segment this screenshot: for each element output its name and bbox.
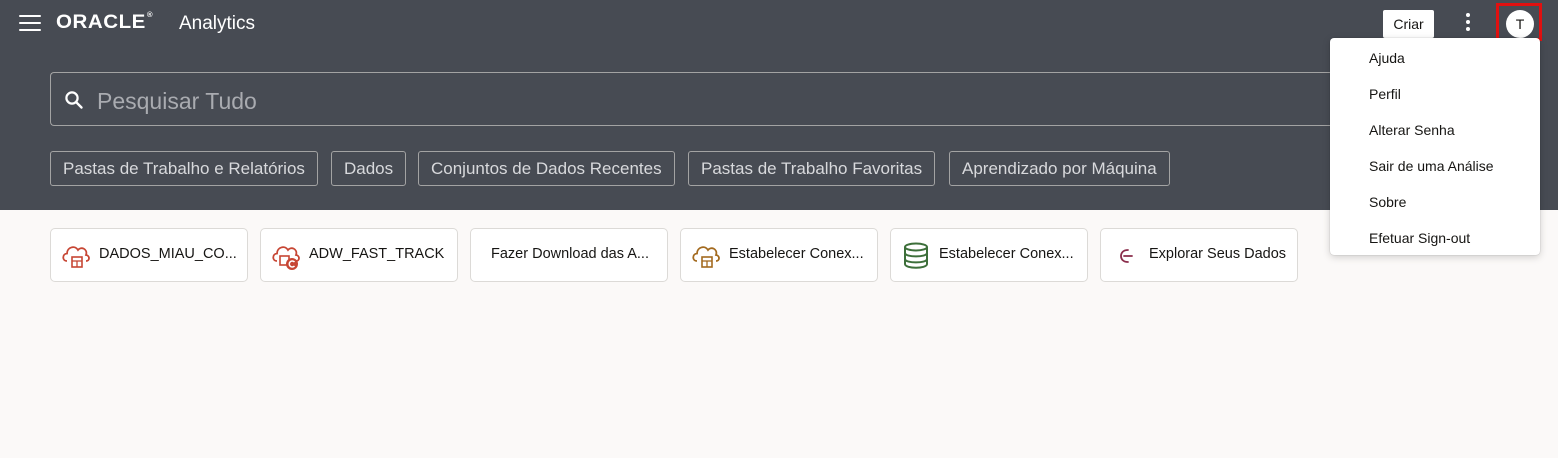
- card-label: Explorar Seus Dados: [1149, 246, 1287, 262]
- user-menu: Ajuda Perfil Alterar Senha Sair de uma A…: [1330, 38, 1540, 255]
- menu-item-change-password[interactable]: Alterar Senha: [1330, 112, 1540, 148]
- filter-chip-data[interactable]: Dados: [331, 151, 407, 186]
- search-bar: [50, 72, 1370, 126]
- card-explore-data[interactable]: Explorar Seus Dados: [1100, 228, 1298, 282]
- filter-chip-favorite-workbooks[interactable]: Pastas de Trabalho Favoritas: [688, 151, 936, 186]
- menu-item-help[interactable]: Ajuda: [1330, 40, 1540, 76]
- search-icon: [65, 91, 83, 109]
- oracle-logo: ORACLE®: [56, 12, 154, 33]
- menu-item-sign-out[interactable]: Efetuar Sign-out: [1330, 220, 1540, 256]
- search-input[interactable]: [95, 81, 1299, 121]
- create-button[interactable]: Criar: [1383, 10, 1434, 38]
- more-options-icon[interactable]: [1458, 13, 1478, 35]
- hamburger-menu-icon[interactable]: [19, 15, 41, 33]
- explore-icon: [1120, 249, 1133, 263]
- card-label: Estabelecer Conex...: [729, 246, 864, 262]
- menu-item-about[interactable]: Sobre: [1330, 184, 1540, 220]
- top-bar: ORACLE® Analytics Criar T: [0, 0, 1558, 50]
- card-label: Estabelecer Conex...: [939, 246, 1074, 262]
- header: ORACLE® Analytics Criar T Pastas de Trab…: [0, 0, 1558, 210]
- user-avatar[interactable]: T: [1506, 10, 1534, 38]
- card-label: ADW_FAST_TRACK: [309, 246, 445, 262]
- card-label: Fazer Download das A...: [491, 246, 649, 262]
- card-establish-connection-2[interactable]: Estabelecer Conex...: [890, 228, 1088, 282]
- oracle-analytics-home: ORACLE® Analytics Criar T Pastas de Trab…: [0, 0, 1558, 458]
- card-download[interactable]: Fazer Download das A...: [470, 228, 668, 282]
- card-establish-connection-1[interactable]: Estabelecer Conex...: [680, 228, 878, 282]
- filter-chip-workbooks-reports[interactable]: Pastas de Trabalho e Relatórios: [50, 151, 318, 186]
- app-title: Analytics: [179, 13, 256, 34]
- cloud-connection-icon: [692, 246, 720, 268]
- filter-chip-recent-datasets[interactable]: Conjuntos de Dados Recentes: [418, 151, 675, 186]
- cloud-database-icon: [62, 246, 90, 268]
- menu-item-profile[interactable]: Perfil: [1330, 76, 1540, 112]
- cloud-database-connection-icon: [272, 246, 300, 270]
- card-label: DADOS_MIAU_CO...: [99, 246, 237, 262]
- database-icon: [904, 242, 928, 269]
- card-dados-miau[interactable]: DADOS_MIAU_CO...: [50, 228, 248, 282]
- filter-chip-machine-learning[interactable]: Aprendizado por Máquina: [949, 151, 1170, 186]
- menu-item-exit-analysis[interactable]: Sair de uma Análise: [1330, 148, 1540, 184]
- card-adw-fast-track[interactable]: ADW_FAST_TRACK: [260, 228, 458, 282]
